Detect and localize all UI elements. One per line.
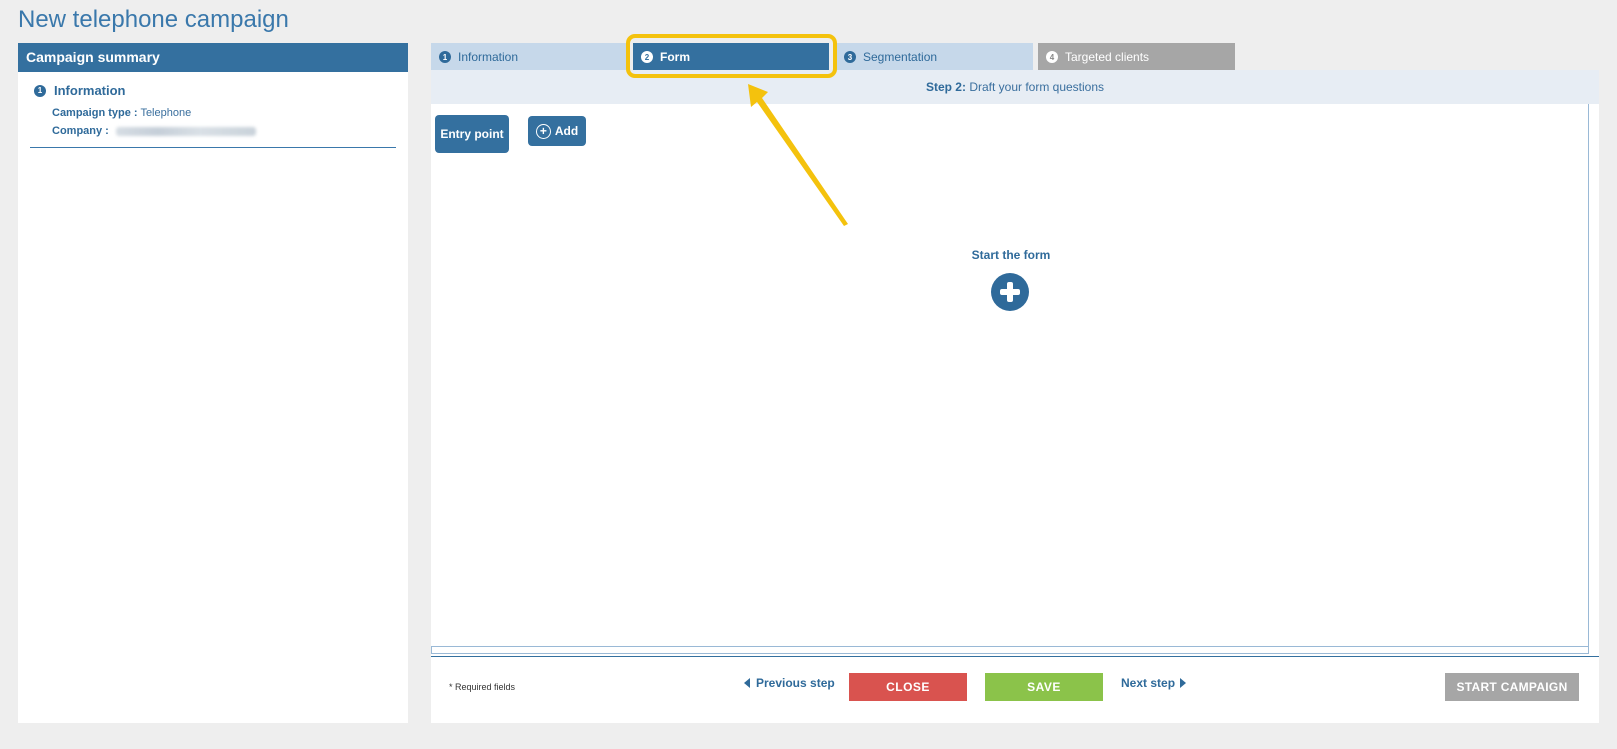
- start-campaign-button[interactable]: START CAMPAIGN: [1445, 673, 1579, 701]
- summary-details: Campaign type : Telephone Company :: [52, 104, 396, 140]
- caret-left-icon: [744, 678, 750, 688]
- tab-number-badge: 4: [1046, 51, 1058, 63]
- footer-divider: [431, 656, 1599, 657]
- step-number-label: Step 2:: [925, 80, 966, 94]
- annotation-arrow-icon: [748, 84, 848, 226]
- campaign-summary-panel: Campaign summary 1 Information Campaign …: [18, 43, 408, 723]
- tab-number-badge: 3: [844, 51, 856, 63]
- summary-information-section: 1 Information Campaign type : Telephone …: [18, 72, 408, 140]
- caret-right-icon: [1180, 678, 1187, 688]
- add-button[interactable]: + Add: [528, 116, 586, 146]
- form-tab-highlight: [626, 34, 837, 78]
- tab-label: Segmentation: [863, 50, 938, 64]
- required-fields-note: * Required fields: [449, 682, 516, 692]
- entry-point-button[interactable]: Entry point: [435, 115, 509, 153]
- step-number-badge: 1: [34, 84, 46, 97]
- campaign-summary-header: Campaign summary: [18, 43, 408, 72]
- tab-information[interactable]: 1 Information: [431, 43, 626, 71]
- close-button[interactable]: CLOSE: [849, 673, 967, 701]
- company-label: Company :: [52, 125, 109, 137]
- tab-targeted-clients[interactable]: 4 Targeted clients: [1038, 43, 1235, 71]
- form-canvas[interactable]: Entry point + Add Start the form: [431, 104, 1589, 646]
- form-builder-panel: Step 2: Draft your form questions Entry …: [431, 70, 1599, 723]
- campaign-type-row: Campaign type : Telephone: [52, 104, 396, 122]
- previous-step-link[interactable]: Previous step: [744, 676, 835, 690]
- summary-divider: [30, 147, 396, 148]
- tab-number-badge: 1: [439, 51, 451, 63]
- campaign-type-label: Campaign type :: [52, 107, 138, 119]
- add-label: Add: [554, 124, 579, 138]
- summary-information-title: 1 Information: [34, 83, 396, 98]
- company-row: Company :: [52, 122, 396, 140]
- step-instruction-text: Draft your form questions: [969, 80, 1105, 94]
- page-title: New telephone campaign: [18, 6, 289, 33]
- step-instruction-bar: Step 2: Draft your form questions: [431, 70, 1599, 104]
- horizontal-scrollbar[interactable]: [431, 646, 1589, 654]
- next-step-link[interactable]: Next step: [1121, 676, 1187, 690]
- tab-segmentation[interactable]: 3 Segmentation: [836, 43, 1033, 71]
- tab-label: Targeted clients: [1065, 50, 1150, 64]
- plus-circle-icon: +: [535, 123, 551, 139]
- start-form-plus-icon[interactable]: [991, 273, 1029, 311]
- campaign-type-value: Telephone: [140, 107, 192, 119]
- start-form-label: Start the form: [971, 248, 1051, 262]
- summary-information-label: Information: [54, 83, 126, 98]
- save-button[interactable]: SAVE: [985, 673, 1103, 701]
- next-step-label: Next step: [1121, 676, 1176, 690]
- company-value-redacted: [115, 126, 256, 136]
- tab-label: Information: [458, 50, 519, 64]
- previous-step-label: Previous step: [756, 676, 835, 690]
